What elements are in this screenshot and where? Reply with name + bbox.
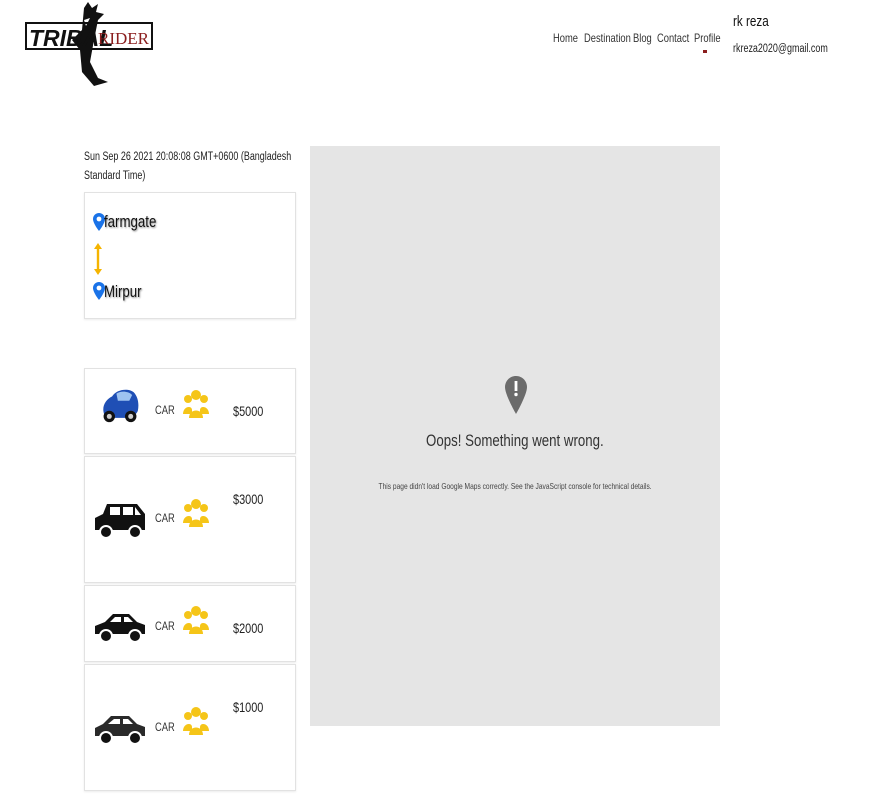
nav-destination[interactable]: Destination <box>584 31 631 45</box>
user-name[interactable]: rk reza <box>733 13 769 30</box>
tribal-rider-logo[interactable]: TRIBAL RIDER <box>24 0 156 88</box>
vehicle-type: CAR <box>155 403 175 417</box>
active-nav-indicator <box>703 50 707 53</box>
vehicle-card[interactable]: CAR $3000 <box>84 456 296 583</box>
vehicle-type: CAR <box>155 720 175 734</box>
map-error-title: Oops! Something went wrong. <box>426 431 604 450</box>
passengers-icon <box>183 707 209 735</box>
nav-contact[interactable]: Contact <box>657 31 689 45</box>
passengers-icon <box>183 499 209 527</box>
vehicle-price: $2000 <box>233 620 264 636</box>
map-error-title-wrap: Oops! Something went wrong. <box>310 431 720 451</box>
vehicle-card[interactable]: CAR $2000 <box>84 585 296 662</box>
vehicle-price: $3000 <box>233 491 264 507</box>
nav-profile[interactable]: Profile <box>694 31 721 45</box>
swap-arrows-icon[interactable] <box>93 243 103 275</box>
nav-blog[interactable]: Blog <box>633 31 652 45</box>
map-panel[interactable]: Oops! Something went wrong. This page di… <box>310 146 720 726</box>
vehicle-type: CAR <box>155 511 175 525</box>
route-card: farmgate Mirpur <box>84 192 296 319</box>
nav-home[interactable]: Home <box>553 31 578 45</box>
passengers-icon <box>183 390 209 418</box>
route-to: Mirpur <box>104 282 142 301</box>
compact-car-icon <box>95 716 145 745</box>
vehicle-price: $1000 <box>233 699 264 715</box>
vehicle-card[interactable]: CAR $1000 <box>84 664 296 791</box>
vehicle-type: CAR <box>155 619 175 633</box>
map-error-detail-wrap: This page didn't load Google Maps correc… <box>310 481 720 491</box>
suv-icon <box>95 504 145 539</box>
user-email: rkreza2020@gmail.com <box>733 43 828 55</box>
sedan-icon <box>95 614 145 643</box>
passengers-icon <box>183 606 209 634</box>
vehicle-card[interactable]: CAR $5000 <box>84 368 296 454</box>
route-from: farmgate <box>104 212 157 231</box>
map-error-detail: This page didn't load Google Maps correc… <box>378 481 652 491</box>
error-icon <box>505 376 527 414</box>
vehicle-price: $5000 <box>233 403 264 419</box>
trip-datetime-text: Sun Sep 26 2021 20:08:08 GMT+0600 (Bangl… <box>84 151 292 182</box>
logo-text-right: RIDER <box>98 29 150 48</box>
trip-datetime: Sun Sep 26 2021 20:08:08 GMT+0600 (Bangl… <box>84 148 304 186</box>
blue-car-icon <box>103 389 139 423</box>
